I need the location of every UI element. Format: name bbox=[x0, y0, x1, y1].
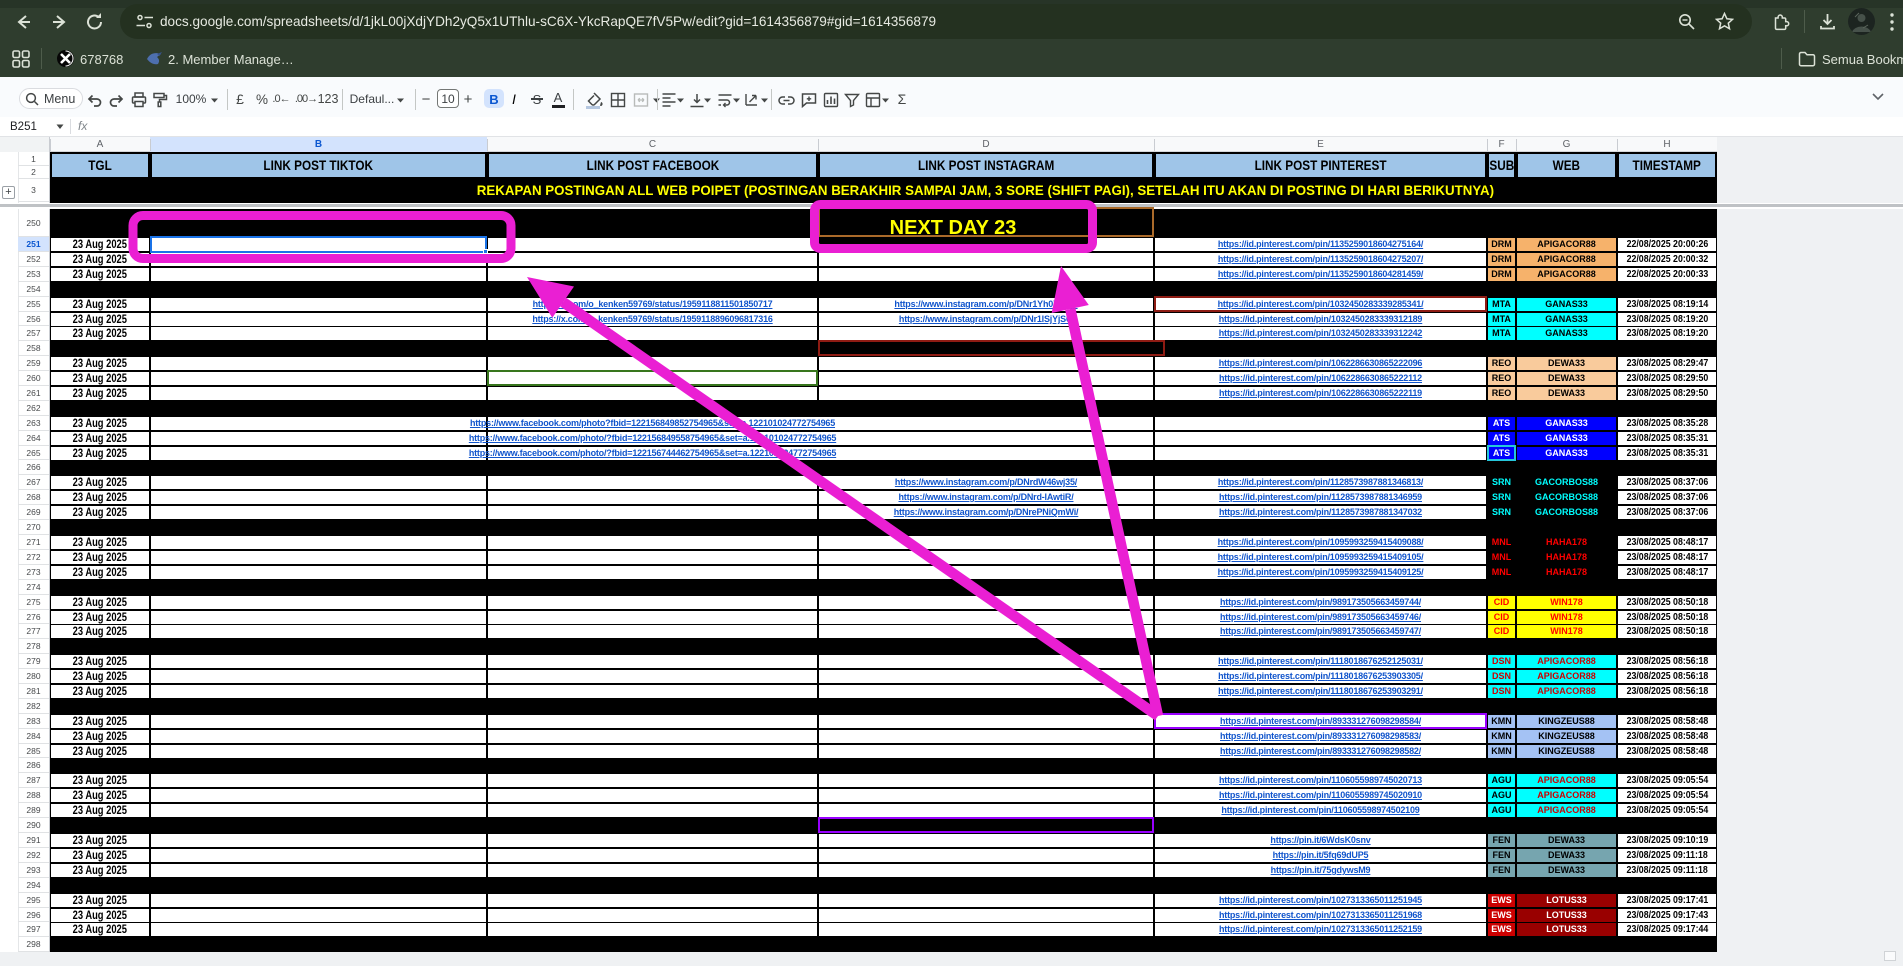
svg-text:NEXT DAY 23: NEXT DAY 23 bbox=[890, 217, 1017, 239]
